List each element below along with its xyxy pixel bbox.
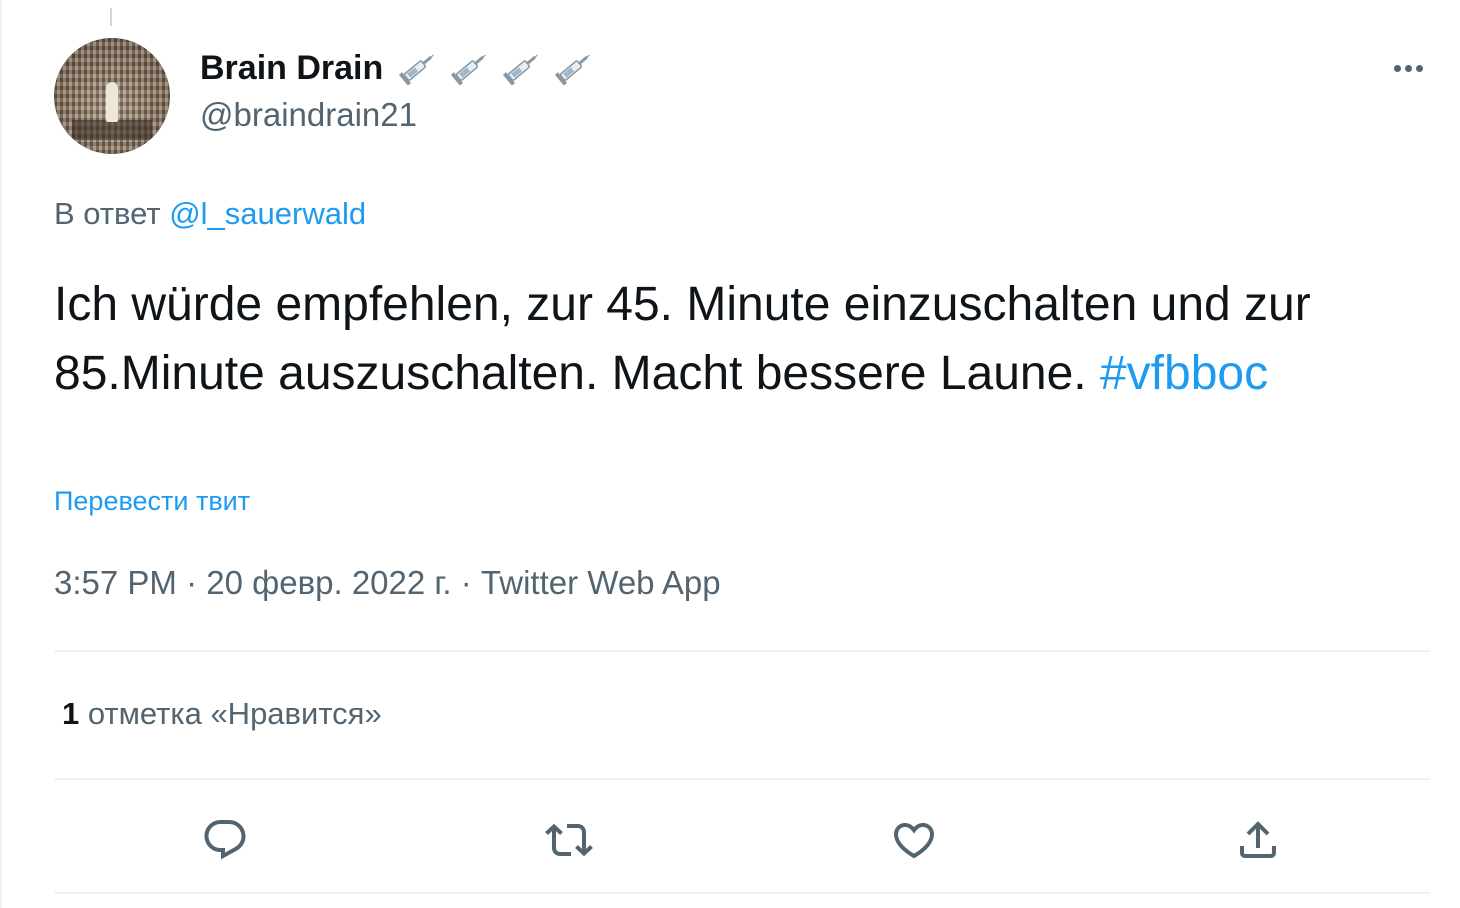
- share-icon: [1240, 821, 1276, 858]
- like-button[interactable]: [886, 812, 942, 868]
- likes-count-link[interactable]: 1 отметка «Нравится»: [62, 696, 382, 732]
- share-button[interactable]: [1230, 812, 1286, 868]
- divider: [54, 778, 1430, 780]
- name-emoji-group: [397, 47, 595, 89]
- author-handle[interactable]: @braindrain21: [200, 96, 417, 134]
- syringe-icon: [449, 47, 491, 89]
- tweet-detail: Brain Drain @braindrain21 В ответ @l_sau…: [0, 0, 1460, 908]
- retweet-button[interactable]: [541, 812, 597, 868]
- more-dot-icon: [1404, 64, 1412, 72]
- hashtag-link[interactable]: #vfbboc: [1100, 347, 1268, 400]
- reply-context: В ответ @l_sauerwald: [54, 196, 366, 232]
- meta-separator: ·: [176, 564, 207, 601]
- like-icon: [893, 823, 935, 859]
- action-bar: [54, 812, 1430, 868]
- tweet-source[interactable]: Twitter Web App: [481, 564, 721, 601]
- more-options-button[interactable]: [1386, 54, 1430, 82]
- divider: [54, 892, 1430, 894]
- divider: [54, 650, 1430, 652]
- more-dot-icon: [1393, 64, 1401, 72]
- retweet-icon: [545, 823, 593, 857]
- tweet-metadata: 3:57 PM · 20 февр. 2022 г. · Twitter Web…: [54, 564, 721, 602]
- thread-connector-line: [110, 8, 112, 26]
- author-name-row: Brain Drain: [200, 44, 595, 92]
- tweet-date[interactable]: 20 февр. 2022 г.: [206, 564, 451, 601]
- avatar[interactable]: [54, 38, 170, 154]
- like-count: 1: [62, 696, 80, 731]
- more-dot-icon: [1415, 64, 1423, 72]
- tweet-text: Ich würde empfehlen, zur 45. Minute einz…: [54, 270, 1434, 408]
- syringe-icon: [553, 47, 595, 89]
- reply-prefix: В ответ: [54, 196, 161, 231]
- like-label: отметка «Нравится»: [79, 696, 382, 731]
- reply-mention-link[interactable]: @l_sauerwald: [169, 196, 366, 231]
- translate-tweet-link[interactable]: Перевести твит: [54, 486, 250, 517]
- author-display-name[interactable]: Brain Drain: [200, 49, 383, 88]
- syringe-icon: [397, 47, 439, 89]
- syringe-icon: [501, 47, 543, 89]
- meta-separator: ·: [451, 564, 481, 601]
- reply-icon: [204, 820, 246, 860]
- tweet-time[interactable]: 3:57 PM: [54, 564, 177, 601]
- reply-button[interactable]: [197, 812, 253, 868]
